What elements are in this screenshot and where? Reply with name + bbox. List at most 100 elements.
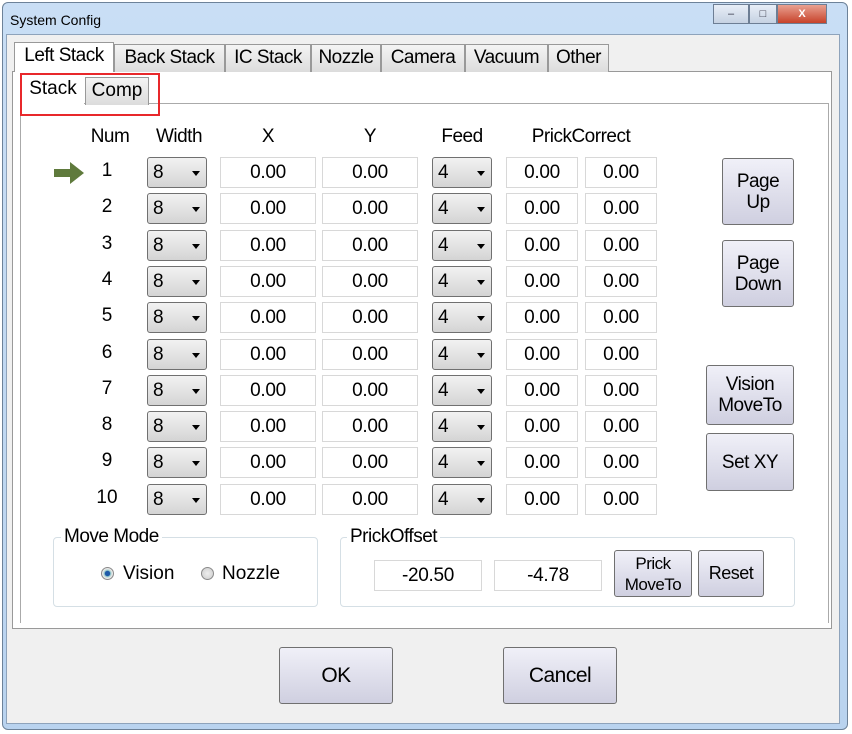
- row-num-value: 2: [101, 196, 113, 218]
- feed-combo[interactable]: 4: [432, 338, 492, 370]
- width-combo[interactable]: 8: [147, 338, 207, 370]
- page-down-button[interactable]: Page Down: [722, 240, 794, 307]
- prick-offset-y-field[interactable]: -4.78: [494, 560, 602, 591]
- width-combo-value: 8: [153, 162, 164, 183]
- vision-radio[interactable]: [101, 567, 114, 580]
- feed-combo[interactable]: 4: [432, 447, 492, 479]
- y-field[interactable]: 0.00: [322, 229, 418, 261]
- width-combo[interactable]: 8: [147, 193, 207, 225]
- width-combo[interactable]: 8: [147, 483, 207, 515]
- header-x: X: [261, 126, 275, 147]
- maximize-button[interactable]: □: [749, 4, 777, 24]
- prick-correct-1-field-value: 0.00: [524, 379, 560, 401]
- nozzle-radio-label[interactable]: Nozzle: [222, 563, 280, 585]
- prick-correct-1-field[interactable]: 0.00: [506, 447, 578, 479]
- prick-correct-2-field[interactable]: 0.00: [585, 265, 657, 297]
- x-field[interactable]: 0.00: [220, 157, 316, 188]
- y-field[interactable]: 0.00: [322, 265, 418, 297]
- width-combo[interactable]: 8: [147, 447, 207, 479]
- prick-correct-1-field[interactable]: 0.00: [506, 374, 578, 406]
- tab-ic-stack[interactable]: IC Stack: [225, 44, 311, 72]
- width-combo[interactable]: 8: [147, 157, 207, 188]
- width-combo[interactable]: 8: [147, 265, 207, 297]
- x-field[interactable]: 0.00: [220, 483, 316, 515]
- prick-correct-1-field[interactable]: 0.00: [506, 193, 578, 225]
- reset-button[interactable]: Reset: [698, 550, 764, 597]
- page-up-button[interactable]: Page Up: [722, 158, 794, 225]
- x-field[interactable]: 0.00: [220, 447, 316, 479]
- chevron-down-icon: [192, 171, 200, 176]
- y-field[interactable]: 0.00: [322, 302, 418, 334]
- y-field-value: 0.00: [352, 307, 388, 329]
- width-combo[interactable]: 8: [147, 374, 207, 406]
- x-field[interactable]: 0.00: [220, 411, 316, 443]
- feed-combo[interactable]: 4: [432, 265, 492, 297]
- prick-moveto-button[interactable]: Prick MoveTo: [614, 550, 692, 597]
- header-y: Y: [363, 126, 377, 147]
- y-field[interactable]: 0.00: [322, 374, 418, 406]
- tab-vacuum[interactable]: Vacuum: [465, 44, 548, 72]
- x-field[interactable]: 0.00: [220, 302, 316, 334]
- prick-correct-2-field[interactable]: 0.00: [585, 483, 657, 515]
- width-combo[interactable]: 8: [147, 302, 207, 334]
- y-field[interactable]: 0.00: [322, 483, 418, 515]
- prick-correct-1-field[interactable]: 0.00: [506, 302, 578, 334]
- x-field[interactable]: 0.00: [220, 265, 316, 297]
- y-field[interactable]: 0.00: [322, 338, 418, 370]
- prick-correct-1-field[interactable]: 0.00: [506, 265, 578, 297]
- minimize-button[interactable]: –: [713, 4, 749, 24]
- chevron-down-icon: [477, 425, 485, 431]
- prick-correct-1-field[interactable]: 0.00: [506, 411, 578, 443]
- feed-combo[interactable]: 4: [432, 193, 492, 225]
- vision-moveto-button[interactable]: Vision MoveTo: [706, 365, 794, 425]
- feed-combo[interactable]: 4: [432, 229, 492, 261]
- y-field[interactable]: 0.00: [322, 157, 418, 188]
- prick-correct-2-field[interactable]: 0.00: [585, 411, 657, 443]
- feed-combo[interactable]: 4: [432, 302, 492, 334]
- cancel-button[interactable]: Cancel: [503, 647, 617, 704]
- width-combo[interactable]: 8: [147, 229, 207, 261]
- x-field[interactable]: 0.00: [220, 374, 316, 406]
- prick-correct-2-field[interactable]: 0.00: [585, 193, 657, 225]
- feed-combo[interactable]: 4: [432, 411, 492, 443]
- prick-correct-1-field-value: 0.00: [524, 234, 560, 256]
- prick-offset-x-field[interactable]: -20.50: [374, 560, 482, 591]
- prick-correct-2-field[interactable]: 0.00: [585, 157, 657, 188]
- feed-combo[interactable]: 4: [432, 374, 492, 406]
- prick-correct-1-field[interactable]: 0.00: [506, 229, 578, 261]
- prick-correct-2-field[interactable]: 0.00: [585, 302, 657, 334]
- tab-back-stack[interactable]: Back Stack: [114, 44, 225, 72]
- prick-correct-2-field-value: 0.00: [603, 452, 639, 474]
- prick-correct-2-field[interactable]: 0.00: [585, 229, 657, 261]
- nozzle-radio[interactable]: [201, 567, 214, 580]
- width-combo[interactable]: 8: [147, 411, 207, 443]
- tab-other[interactable]: Other: [548, 44, 609, 72]
- x-field[interactable]: 0.00: [220, 193, 316, 225]
- prick-correct-2-field[interactable]: 0.00: [585, 338, 657, 370]
- tab-nozzle[interactable]: Nozzle: [311, 44, 381, 72]
- prick-correct-1-field[interactable]: 0.00: [506, 483, 578, 515]
- prick-correct-1-field[interactable]: 0.00: [506, 157, 578, 188]
- header-width: Width: [155, 126, 203, 147]
- close-button[interactable]: X: [777, 4, 827, 24]
- tab-camera[interactable]: Camera: [381, 44, 465, 72]
- chevron-down-icon: [477, 171, 485, 176]
- vision-radio-label[interactable]: Vision: [123, 563, 174, 585]
- prick-correct-2-field[interactable]: 0.00: [585, 447, 657, 479]
- feed-combo[interactable]: 4: [432, 157, 492, 188]
- arrow-right-icon: [54, 162, 84, 184]
- prick-correct-1-field-value: 0.00: [524, 198, 560, 220]
- y-field[interactable]: 0.00: [322, 447, 418, 479]
- prick-correct-1-field[interactable]: 0.00: [506, 338, 578, 370]
- set-xy-button[interactable]: Set XY: [706, 433, 794, 491]
- chevron-down-icon: [192, 425, 200, 431]
- y-field[interactable]: 0.00: [322, 193, 418, 225]
- y-field[interactable]: 0.00: [322, 411, 418, 443]
- x-field[interactable]: 0.00: [220, 229, 316, 261]
- x-field[interactable]: 0.00: [220, 338, 316, 370]
- tab-left-stack[interactable]: Left Stack: [14, 42, 114, 72]
- ok-button[interactable]: OK: [279, 647, 393, 704]
- feed-combo[interactable]: 4: [432, 483, 492, 515]
- row-num: 2: [92, 196, 122, 218]
- prick-correct-2-field[interactable]: 0.00: [585, 374, 657, 406]
